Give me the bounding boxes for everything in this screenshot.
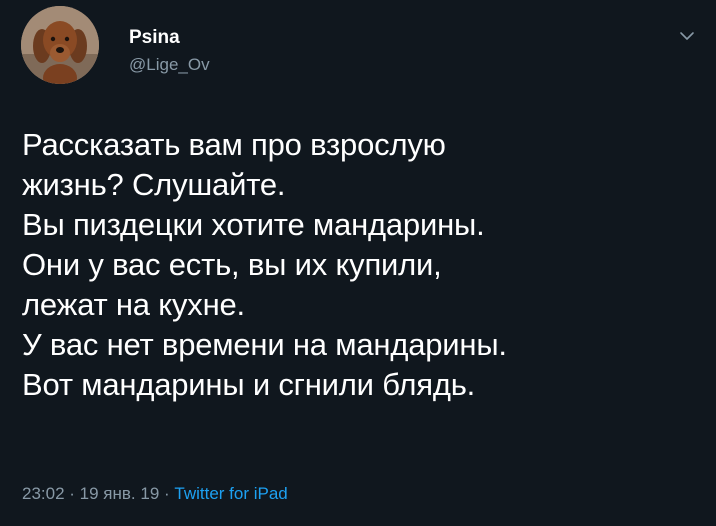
tweet-text-line: Вот мандарины и сгнили блядь. xyxy=(22,367,476,402)
avatar[interactable] xyxy=(21,6,99,84)
tweet-time[interactable]: 23:02 xyxy=(22,484,65,503)
user-info: Psina @Lige_Ov xyxy=(129,27,210,76)
tweet-text: Рассказать вам про взрослую жизнь? Слуша… xyxy=(22,125,702,405)
tweet-text-line: лежат на кухне. xyxy=(22,287,245,322)
chevron-down-icon[interactable] xyxy=(677,28,697,44)
tweet-text-line: Вы пиздецки хотите мандарины. xyxy=(22,207,485,242)
tweet-card: Psina @Lige_Ov Рассказать вам про взросл… xyxy=(0,0,716,526)
meta-separator: · xyxy=(159,484,175,503)
tweet-text-line: У вас нет времени на мандарины. xyxy=(22,327,507,362)
meta-separator: · xyxy=(64,484,80,503)
tweet-text-line: жизнь? Слушайте. xyxy=(22,167,286,202)
user-handle[interactable]: @Lige_Ov xyxy=(129,54,210,76)
tweet-text-line: Рассказать вам про взрослую xyxy=(22,127,446,162)
dog-avatar-icon xyxy=(21,6,99,84)
tweet-text-line: Они у вас есть, вы их купили, xyxy=(22,247,442,282)
display-name[interactable]: Psina xyxy=(129,27,210,49)
tweet-date[interactable]: 19 янв. 19 xyxy=(80,484,160,503)
tweet-source-link[interactable]: Twitter for iPad xyxy=(174,484,287,503)
tweet-meta: 23:02 · 19 янв. 19 · Twitter for iPad xyxy=(22,483,288,505)
